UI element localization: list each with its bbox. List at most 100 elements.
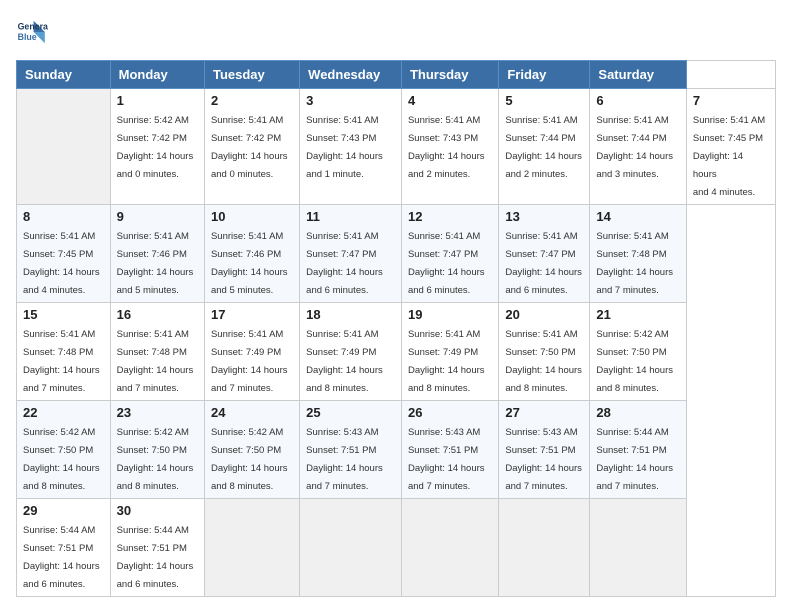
day-info: Sunrise: 5:41 AMSunset: 7:49 PMDaylight:… [408, 329, 485, 394]
day-info: Sunrise: 5:41 AMSunset: 7:43 PMDaylight:… [306, 115, 383, 180]
day-number: 5 [505, 93, 583, 108]
day-number: 10 [211, 209, 293, 224]
day-number: 16 [117, 307, 198, 322]
day-cell [401, 499, 498, 597]
day-number: 14 [596, 209, 679, 224]
day-number: 6 [596, 93, 679, 108]
day-info: Sunrise: 5:41 AMSunset: 7:48 PMDaylight:… [117, 329, 194, 394]
day-number: 20 [505, 307, 583, 322]
day-number: 15 [23, 307, 104, 322]
day-info: Sunrise: 5:43 AMSunset: 7:51 PMDaylight:… [306, 427, 383, 492]
day-number: 21 [596, 307, 679, 322]
day-number: 26 [408, 405, 492, 420]
day-number: 12 [408, 209, 492, 224]
day-info: Sunrise: 5:41 AMSunset: 7:46 PMDaylight:… [117, 231, 194, 296]
day-info: Sunrise: 5:42 AMSunset: 7:50 PMDaylight:… [211, 427, 288, 492]
day-cell: 14 Sunrise: 5:41 AMSunset: 7:48 PMDaylig… [590, 205, 686, 303]
day-cell: 23 Sunrise: 5:42 AMSunset: 7:50 PMDaylig… [110, 401, 204, 499]
svg-text:Blue: Blue [18, 32, 37, 42]
col-header-saturday: Saturday [590, 61, 686, 89]
day-cell: 20 Sunrise: 5:41 AMSunset: 7:50 PMDaylig… [499, 303, 590, 401]
day-cell: 9 Sunrise: 5:41 AMSunset: 7:46 PMDayligh… [110, 205, 204, 303]
day-cell: 18 Sunrise: 5:41 AMSunset: 7:49 PMDaylig… [300, 303, 402, 401]
day-info: Sunrise: 5:41 AMSunset: 7:48 PMDaylight:… [23, 329, 100, 394]
logo-icon: General Blue [16, 16, 48, 48]
day-info: Sunrise: 5:42 AMSunset: 7:42 PMDaylight:… [117, 115, 194, 180]
day-number: 11 [306, 209, 395, 224]
day-cell: 29 Sunrise: 5:44 AMSunset: 7:51 PMDaylig… [17, 499, 111, 597]
day-cell: 16 Sunrise: 5:41 AMSunset: 7:48 PMDaylig… [110, 303, 204, 401]
day-cell: 28 Sunrise: 5:44 AMSunset: 7:51 PMDaylig… [590, 401, 686, 499]
day-info: Sunrise: 5:44 AMSunset: 7:51 PMDaylight:… [596, 427, 673, 492]
day-cell: 26 Sunrise: 5:43 AMSunset: 7:51 PMDaylig… [401, 401, 498, 499]
day-number: 9 [117, 209, 198, 224]
day-cell: 7 Sunrise: 5:41 AMSunset: 7:45 PMDayligh… [686, 89, 775, 205]
day-info: Sunrise: 5:42 AMSunset: 7:50 PMDaylight:… [117, 427, 194, 492]
day-cell: 19 Sunrise: 5:41 AMSunset: 7:49 PMDaylig… [401, 303, 498, 401]
page-header: General Blue [16, 16, 776, 48]
day-cell: 15 Sunrise: 5:41 AMSunset: 7:48 PMDaylig… [17, 303, 111, 401]
day-number: 24 [211, 405, 293, 420]
col-header-wednesday: Wednesday [300, 61, 402, 89]
day-number: 1 [117, 93, 198, 108]
day-number: 4 [408, 93, 492, 108]
col-header-thursday: Thursday [401, 61, 498, 89]
day-number: 17 [211, 307, 293, 322]
day-cell [590, 499, 686, 597]
col-header-tuesday: Tuesday [204, 61, 299, 89]
day-info: Sunrise: 5:41 AMSunset: 7:45 PMDaylight:… [693, 115, 765, 198]
day-cell: 13 Sunrise: 5:41 AMSunset: 7:47 PMDaylig… [499, 205, 590, 303]
day-cell: 2 Sunrise: 5:41 AMSunset: 7:42 PMDayligh… [204, 89, 299, 205]
day-info: Sunrise: 5:41 AMSunset: 7:47 PMDaylight:… [505, 231, 582, 296]
day-number: 30 [117, 503, 198, 518]
week-row-4: 22 Sunrise: 5:42 AMSunset: 7:50 PMDaylig… [17, 401, 776, 499]
day-info: Sunrise: 5:41 AMSunset: 7:49 PMDaylight:… [211, 329, 288, 394]
day-number: 3 [306, 93, 395, 108]
week-row-3: 15 Sunrise: 5:41 AMSunset: 7:48 PMDaylig… [17, 303, 776, 401]
day-cell: 8 Sunrise: 5:41 AMSunset: 7:45 PMDayligh… [17, 205, 111, 303]
day-info: Sunrise: 5:43 AMSunset: 7:51 PMDaylight:… [505, 427, 582, 492]
day-info: Sunrise: 5:41 AMSunset: 7:43 PMDaylight:… [408, 115, 485, 180]
day-number: 2 [211, 93, 293, 108]
day-number: 8 [23, 209, 104, 224]
day-number: 13 [505, 209, 583, 224]
day-info: Sunrise: 5:42 AMSunset: 7:50 PMDaylight:… [23, 427, 100, 492]
day-cell: 4 Sunrise: 5:41 AMSunset: 7:43 PMDayligh… [401, 89, 498, 205]
logo: General Blue [16, 16, 48, 48]
day-number: 27 [505, 405, 583, 420]
day-cell: 1 Sunrise: 5:42 AMSunset: 7:42 PMDayligh… [110, 89, 204, 205]
col-header-monday: Monday [110, 61, 204, 89]
day-cell [17, 89, 111, 205]
day-cell: 17 Sunrise: 5:41 AMSunset: 7:49 PMDaylig… [204, 303, 299, 401]
day-info: Sunrise: 5:41 AMSunset: 7:49 PMDaylight:… [306, 329, 383, 394]
day-cell [204, 499, 299, 597]
svg-text:General: General [18, 22, 48, 32]
day-info: Sunrise: 5:41 AMSunset: 7:44 PMDaylight:… [505, 115, 582, 180]
day-info: Sunrise: 5:41 AMSunset: 7:42 PMDaylight:… [211, 115, 288, 180]
day-cell: 27 Sunrise: 5:43 AMSunset: 7:51 PMDaylig… [499, 401, 590, 499]
day-info: Sunrise: 5:42 AMSunset: 7:50 PMDaylight:… [596, 329, 673, 394]
day-info: Sunrise: 5:41 AMSunset: 7:46 PMDaylight:… [211, 231, 288, 296]
day-number: 22 [23, 405, 104, 420]
calendar-header-row: SundayMondayTuesdayWednesdayThursdayFrid… [17, 61, 776, 89]
week-row-1: 1 Sunrise: 5:42 AMSunset: 7:42 PMDayligh… [17, 89, 776, 205]
day-info: Sunrise: 5:44 AMSunset: 7:51 PMDaylight:… [117, 525, 194, 590]
day-info: Sunrise: 5:41 AMSunset: 7:47 PMDaylight:… [408, 231, 485, 296]
day-cell: 22 Sunrise: 5:42 AMSunset: 7:50 PMDaylig… [17, 401, 111, 499]
day-info: Sunrise: 5:43 AMSunset: 7:51 PMDaylight:… [408, 427, 485, 492]
day-cell: 21 Sunrise: 5:42 AMSunset: 7:50 PMDaylig… [590, 303, 686, 401]
day-info: Sunrise: 5:41 AMSunset: 7:48 PMDaylight:… [596, 231, 673, 296]
day-cell: 24 Sunrise: 5:42 AMSunset: 7:50 PMDaylig… [204, 401, 299, 499]
day-cell: 10 Sunrise: 5:41 AMSunset: 7:46 PMDaylig… [204, 205, 299, 303]
day-cell [499, 499, 590, 597]
day-info: Sunrise: 5:44 AMSunset: 7:51 PMDaylight:… [23, 525, 100, 590]
day-number: 23 [117, 405, 198, 420]
day-info: Sunrise: 5:41 AMSunset: 7:44 PMDaylight:… [596, 115, 673, 180]
day-info: Sunrise: 5:41 AMSunset: 7:50 PMDaylight:… [505, 329, 582, 394]
day-cell: 6 Sunrise: 5:41 AMSunset: 7:44 PMDayligh… [590, 89, 686, 205]
calendar: SundayMondayTuesdayWednesdayThursdayFrid… [16, 60, 776, 597]
day-number: 29 [23, 503, 104, 518]
day-number: 25 [306, 405, 395, 420]
day-cell: 30 Sunrise: 5:44 AMSunset: 7:51 PMDaylig… [110, 499, 204, 597]
day-number: 28 [596, 405, 679, 420]
